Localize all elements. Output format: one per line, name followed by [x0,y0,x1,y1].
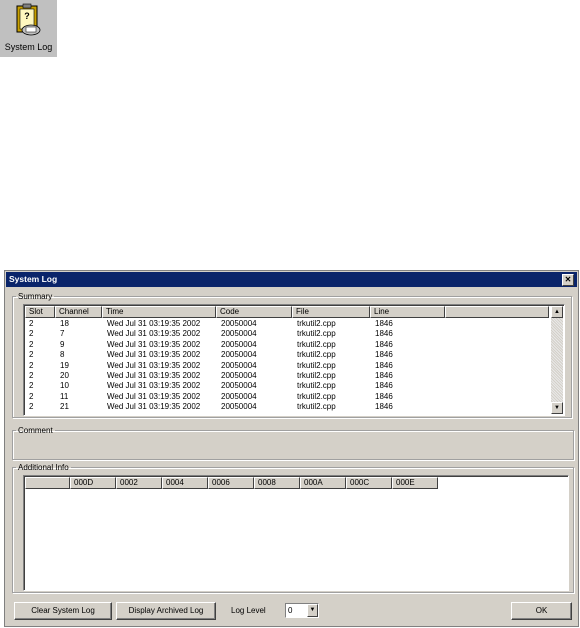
cell-file: trkutil2.cpp [297,319,336,328]
comment-legend: Comment [18,426,53,435]
grid-header-0006[interactable]: 0006 [208,477,254,489]
clear-system-log-button[interactable]: Clear System Log [14,602,112,620]
column-header-channel[interactable]: Channel [55,306,102,318]
cell-slot: 2 [29,391,34,401]
cell-file: trkutil2.cpp [297,381,336,391]
column-header-time[interactable]: Time [102,306,216,318]
cell-channel: 11 [60,391,69,401]
grid-header-0004[interactable]: 0004 [162,477,208,489]
cell-file: trkutil2.cpp [297,371,336,380]
system-log-window: System Log ✕ Summary Slot Channel Time C… [4,270,579,627]
cell-line: 1846 [375,381,393,391]
scroll-up-button[interactable]: ▲ [551,306,563,318]
title-bar[interactable]: System Log ✕ [6,272,577,287]
cell-code: 20050004 [221,360,257,370]
log-level-value: 0 [288,606,293,615]
cell-slot: 2 [29,381,34,391]
cell-code: 20050004 [221,339,257,349]
cell-time: Wed Jul 31 03:19:35 2002 [107,350,201,360]
display-archived-log-button[interactable]: Display Archived Log [116,602,216,620]
cell-code: 20050004 [221,319,257,328]
log-level-select[interactable]: 0 ▼ [285,603,319,618]
grid-header-0008[interactable]: 0008 [254,477,300,489]
ok-button[interactable]: OK [511,602,572,620]
column-header-slot[interactable]: Slot [25,306,55,318]
cell-slot: 2 [29,360,34,370]
cell-line: 1846 [375,402,393,412]
system-log-desktop-icon[interactable]: ? System Log [0,0,57,57]
cell-channel: 9 [60,339,65,349]
chevron-down-icon: ▼ [309,607,316,613]
cell-line: 1846 [375,329,393,339]
cell-line: 1846 [375,339,393,349]
additional-info-legend: Additional Info [18,463,69,472]
column-header-code[interactable]: Code [216,306,292,318]
grid-header-0002[interactable]: 0002 [116,477,162,489]
cell-code: 20050004 [221,381,257,391]
cell-line: 1846 [375,319,393,328]
grid-header-000D[interactable]: 000D [70,477,116,489]
cell-time: Wed Jul 31 03:19:35 2002 [107,391,201,401]
cell-file: trkutil2.cpp [297,339,336,349]
cell-code: 20050004 [221,391,257,401]
cell-code: 20050004 [221,371,257,380]
summary-list[interactable]: Slot Channel Time Code File Line 2 18 Wed … [23,304,565,416]
cell-code: 20050004 [221,402,257,412]
grid-header-row-label [25,477,70,489]
cell-file: trkutil2.cpp [297,329,336,339]
cell-slot: 2 [29,402,34,412]
grid-header-000E[interactable]: 000E [392,477,438,489]
window-title: System Log [9,274,58,284]
cell-line: 1846 [375,350,393,360]
additional-info-grid[interactable]: 000D 0002 0004 0006 0008 000A 000C 000E [23,475,569,591]
cell-time: Wed Jul 31 03:19:35 2002 [107,402,201,412]
cell-line: 1846 [375,371,393,380]
cell-code: 20050004 [221,350,257,360]
scroll-up-arrow-icon: ▲ [554,309,560,315]
cell-channel: 10 [60,381,69,391]
comment-group: Comment [12,426,574,460]
close-button[interactable]: ✕ [562,274,574,286]
cell-file: trkutil2.cpp [297,402,336,412]
cell-file: trkutil2.cpp [297,391,336,401]
cell-code: 20050004 [221,329,257,339]
grid-header-000C[interactable]: 000C [346,477,392,489]
cell-time: Wed Jul 31 03:19:35 2002 [107,339,201,349]
dropdown-arrow-button[interactable]: ▼ [307,604,318,617]
cell-slot: 2 [29,350,34,360]
cell-slot: 2 [29,371,34,380]
cell-line: 1846 [375,391,393,401]
cell-file: trkutil2.cpp [297,350,336,360]
close-icon: ✕ [564,275,572,284]
summary-legend: Summary [18,292,53,301]
desktop-icon-label: System Log [4,42,53,52]
cell-time: Wed Jul 31 03:19:35 2002 [107,381,201,391]
column-header-file[interactable]: File [292,306,370,318]
column-header-line[interactable]: Line [370,306,445,318]
cell-time: Wed Jul 31 03:19:35 2002 [107,371,201,380]
log-level-label: Log Level [231,606,266,615]
scroll-down-arrow-icon: ▼ [554,405,560,411]
cell-channel: 21 [60,402,69,412]
svg-text:?: ? [24,11,30,21]
cell-time: Wed Jul 31 03:19:35 2002 [107,329,201,339]
cell-channel: 20 [60,371,69,380]
cell-channel: 19 [60,360,69,370]
cell-line: 1846 [375,360,393,370]
cell-slot: 2 [29,329,34,339]
column-header-blank [445,306,549,318]
cell-time: Wed Jul 31 03:19:35 2002 [107,360,201,370]
grid-header-000A[interactable]: 000A [300,477,346,489]
cell-file: trkutil2.cpp [297,360,336,370]
clipboard-phone-icon: ? [16,3,41,36]
cell-slot: 2 [29,339,34,349]
cell-channel: 18 [60,319,69,328]
cell-channel: 7 [60,329,65,339]
cell-time: Wed Jul 31 03:19:35 2002 [107,319,201,328]
cell-channel: 8 [60,350,65,360]
summary-scrollbar[interactable]: ▲ ▼ [551,306,563,414]
scroll-down-button[interactable]: ▼ [551,402,563,414]
cell-slot: 2 [29,319,34,328]
